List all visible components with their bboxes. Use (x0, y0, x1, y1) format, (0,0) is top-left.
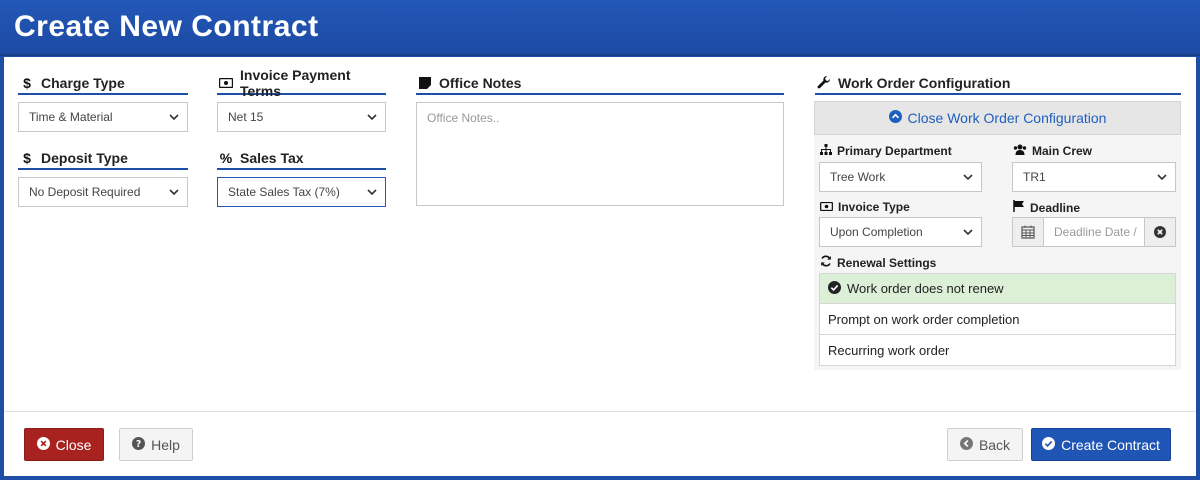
close-circle-icon (36, 436, 50, 453)
sales-tax-select[interactable]: State Sales Tax (7%) (217, 177, 386, 207)
refresh-icon (820, 255, 832, 270)
primary-department-label: Primary Department (820, 144, 952, 158)
deadline-input[interactable]: Deadline Date / (1044, 218, 1144, 246)
main-crew-select[interactable]: TR1 (1012, 162, 1176, 192)
charge-type-label: $ Charge Type (18, 73, 188, 95)
invoice-type-label: Invoice Type (820, 200, 910, 214)
chevron-down-icon (367, 189, 377, 196)
chevron-down-icon (963, 229, 973, 236)
invoice-payment-terms-select[interactable]: Net 15 (217, 102, 386, 132)
chevron-down-icon (169, 114, 179, 121)
svg-text:?: ? (136, 438, 141, 449)
deadline-label: Deadline (1013, 200, 1080, 215)
renewal-option-no-renew[interactable]: Work order does not renew (819, 273, 1176, 304)
renewal-option-recurring[interactable]: Recurring work order (819, 335, 1176, 366)
main-crew-label: Main Crew (1013, 144, 1092, 158)
primary-department-select[interactable]: Tree Work (819, 162, 982, 192)
calendar-icon[interactable] (1013, 218, 1044, 246)
money-icon (219, 76, 233, 90)
renewal-option-prompt[interactable]: Prompt on work order completion (819, 304, 1176, 335)
flag-icon (1013, 200, 1025, 215)
question-circle-icon: ? (132, 436, 146, 453)
sales-tax-label: % Sales Tax (217, 148, 386, 170)
renewal-settings-label: Renewal Settings (820, 255, 936, 270)
check-circle-icon (828, 280, 841, 297)
deadline-date-group: Deadline Date / (1012, 217, 1176, 247)
help-button[interactable]: ? Help (119, 428, 193, 461)
invoice-payment-terms-label: Invoice Payment Terms (217, 67, 386, 99)
chevron-down-icon (169, 189, 179, 196)
wrench-icon (817, 76, 831, 90)
create-contract-button[interactable]: Create Contract (1031, 428, 1171, 461)
chevron-left-circle-icon (959, 436, 973, 453)
invoice-type-select[interactable]: Upon Completion (819, 217, 982, 247)
office-notes-label: Office Notes (416, 73, 784, 95)
page-title: Create New Contract (14, 10, 319, 43)
charge-type-select[interactable]: Time & Material (18, 102, 188, 132)
back-button[interactable]: Back (947, 428, 1023, 461)
sitemap-icon (820, 144, 832, 158)
dollar-icon: $ (23, 150, 31, 166)
deposit-type-select[interactable]: No Deposit Required (18, 177, 188, 207)
dollar-icon: $ (23, 75, 31, 91)
close-work-order-config-button[interactable]: Close Work Order Configuration (814, 101, 1181, 135)
check-circle-icon (1042, 436, 1056, 453)
modal-header: Create New Contract (0, 0, 1200, 56)
percent-icon: % (219, 150, 233, 166)
renewal-options-list: Work order does not renew Prompt on work… (819, 273, 1176, 366)
clear-date-icon[interactable] (1144, 218, 1175, 246)
office-notes-textarea[interactable]: Office Notes.. (416, 102, 784, 206)
work-order-config-label: Work Order Configuration (815, 73, 1181, 95)
money-icon (820, 200, 833, 214)
chevron-up-circle-icon (888, 110, 902, 126)
users-icon (1013, 144, 1027, 158)
deposit-type-label: $ Deposit Type (18, 148, 188, 170)
sticky-note-icon (418, 76, 432, 90)
chevron-down-icon (367, 114, 377, 121)
chevron-down-icon (1157, 174, 1167, 181)
close-button[interactable]: Close (24, 428, 104, 461)
chevron-down-icon (963, 174, 973, 181)
